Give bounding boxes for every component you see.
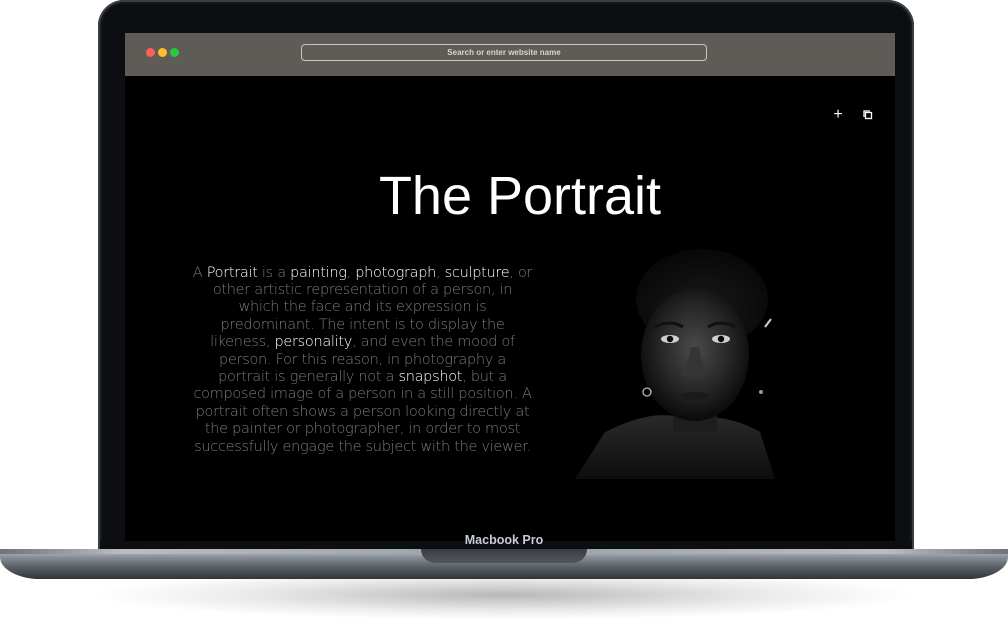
portrait-image (575, 247, 785, 479)
desc-text: is a (257, 264, 291, 281)
minimize-window-button[interactable] (158, 48, 167, 57)
browser-toolbar: Search or enter website name (125, 33, 895, 76)
copy-icon[interactable] (862, 109, 874, 121)
browser-screen: Search or enter website name + The Portr… (125, 33, 895, 541)
link-photograph[interactable]: photograph (355, 265, 436, 281)
close-window-button[interactable] (146, 48, 155, 57)
device-model-label: Macbook Pro (464, 533, 544, 547)
maximize-window-button[interactable] (170, 48, 179, 57)
link-portrait[interactable]: Portrait (207, 265, 258, 281)
laptop-hinge-notch (421, 549, 587, 563)
address-bar-placeholder: Search or enter website name (447, 48, 561, 57)
desc-text: , (346, 264, 356, 281)
desc-text: , (436, 264, 445, 281)
plus-icon[interactable]: + (831, 107, 845, 123)
desc-text: A (192, 264, 207, 281)
link-painting[interactable]: painting (290, 265, 347, 281)
link-sculpture[interactable]: sculpture (445, 265, 510, 281)
address-bar[interactable]: Search or enter website name (301, 44, 707, 61)
page-title: The Portrait (378, 166, 662, 227)
link-personality[interactable]: personality (274, 334, 352, 350)
link-snapshot[interactable]: snapshot (398, 369, 462, 385)
portrait-description: A Portrait is a painting, photograph, sc… (191, 265, 534, 456)
